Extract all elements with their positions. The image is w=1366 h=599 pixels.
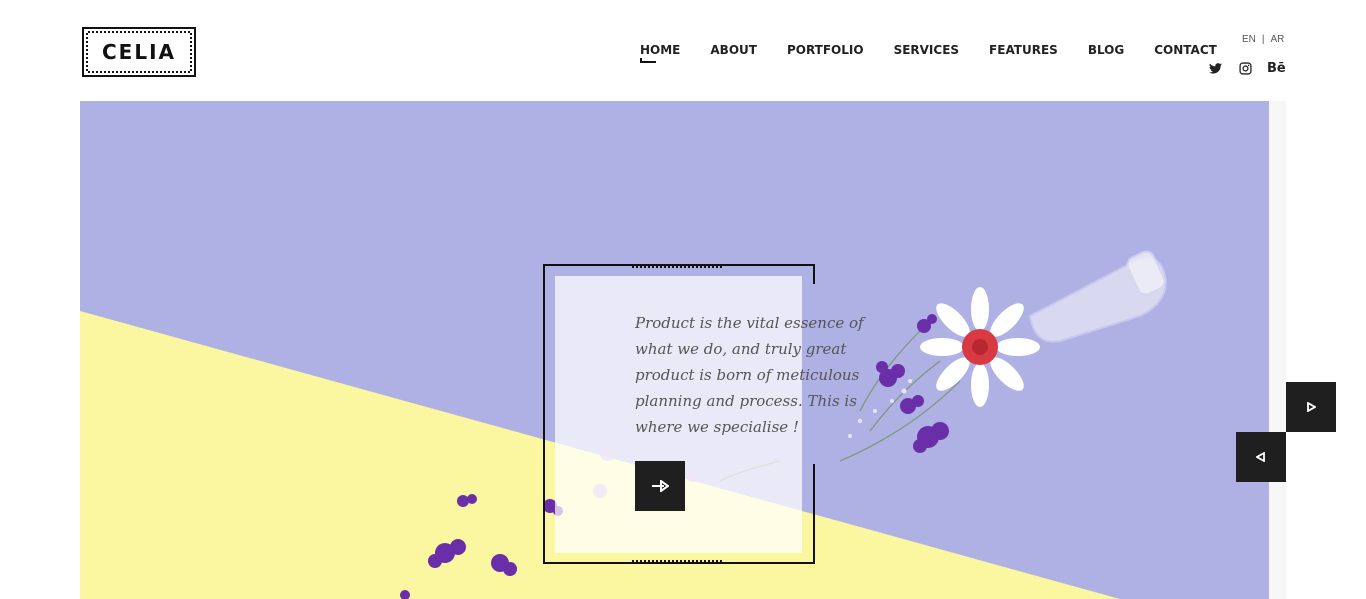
logo[interactable]: CELIA: [82, 27, 196, 77]
nav-about[interactable]: ABOUT: [710, 43, 757, 57]
hero-quote: Product is the vital essence of what we …: [635, 314, 864, 436]
main-nav: HOME ABOUT PORTFOLIO SERVICES FEATURES B…: [640, 43, 1247, 63]
daisy-illustration: [920, 287, 1040, 407]
language-switcher: EN | AR: [1242, 34, 1284, 45]
read-more-button[interactable]: [635, 461, 685, 511]
social-links: Bē: [1207, 60, 1286, 76]
right-edge-strip: [1269, 101, 1286, 599]
nav-services[interactable]: SERVICES: [894, 43, 959, 57]
nav-home[interactable]: HOME: [640, 43, 680, 63]
nav-features[interactable]: FEATURES: [989, 43, 1058, 57]
nav-blog[interactable]: BLOG: [1088, 43, 1124, 57]
slider-prev-button[interactable]: [1236, 432, 1286, 482]
instagram-icon[interactable]: [1237, 60, 1253, 76]
slider-next-button[interactable]: [1286, 382, 1336, 432]
frame-edge: [813, 464, 815, 564]
lang-en[interactable]: EN: [1242, 34, 1256, 45]
nav-portfolio[interactable]: PORTFOLIO: [787, 43, 864, 57]
behance-icon[interactable]: Bē: [1267, 61, 1286, 76]
twitter-icon[interactable]: [1207, 60, 1223, 76]
arrow-right-icon: [652, 480, 669, 492]
frame-dots: [632, 264, 724, 268]
frame-edge: [813, 264, 815, 284]
lang-ar[interactable]: AR: [1271, 34, 1285, 45]
logo-text: CELIA: [101, 40, 176, 64]
play-left-icon: [1256, 452, 1265, 462]
play-right-icon: [1307, 402, 1316, 412]
nav-contact[interactable]: CONTACT: [1154, 43, 1217, 57]
lang-separator: |: [1261, 34, 1265, 45]
frame-dots: [632, 560, 724, 564]
